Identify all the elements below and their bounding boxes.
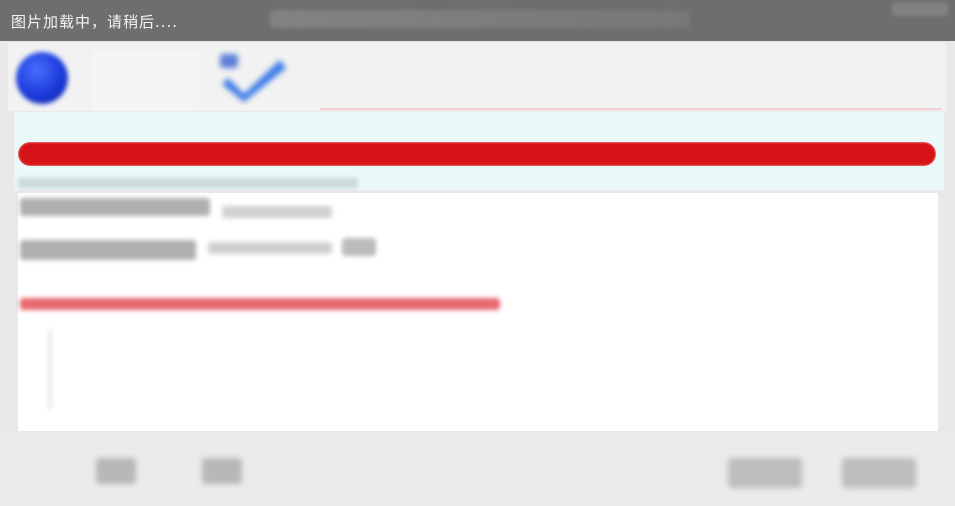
blurred-warning-note	[20, 298, 500, 310]
loading-overlay-bar: 图片加载中，请稍后....	[0, 0, 955, 41]
blurred-field-value	[222, 206, 332, 218]
divider	[320, 108, 942, 110]
blurred-field-value	[208, 242, 332, 254]
ok-button[interactable]	[728, 458, 802, 488]
toolbar-button[interactable]	[92, 50, 200, 110]
blurred-detail	[48, 330, 52, 410]
blurred-field-label	[20, 198, 210, 216]
blurred-caption	[18, 178, 358, 188]
content-panel	[18, 193, 938, 431]
blurred-field-unit	[342, 238, 376, 256]
progress-bar	[18, 142, 936, 166]
cancel-button[interactable]	[842, 458, 916, 488]
bottom-bar	[0, 438, 955, 506]
next-button[interactable]	[202, 458, 242, 484]
loading-message: 图片加载中，请稍后....	[11, 13, 179, 31]
blurred-window-controls	[892, 2, 948, 16]
prev-button[interactable]	[96, 458, 136, 484]
checkmark-icon[interactable]	[214, 48, 294, 104]
progress-bar-fill	[18, 142, 936, 166]
blurred-window-title	[270, 10, 690, 28]
blue-circle-icon[interactable]	[16, 52, 68, 104]
blurred-field-label	[20, 240, 196, 260]
